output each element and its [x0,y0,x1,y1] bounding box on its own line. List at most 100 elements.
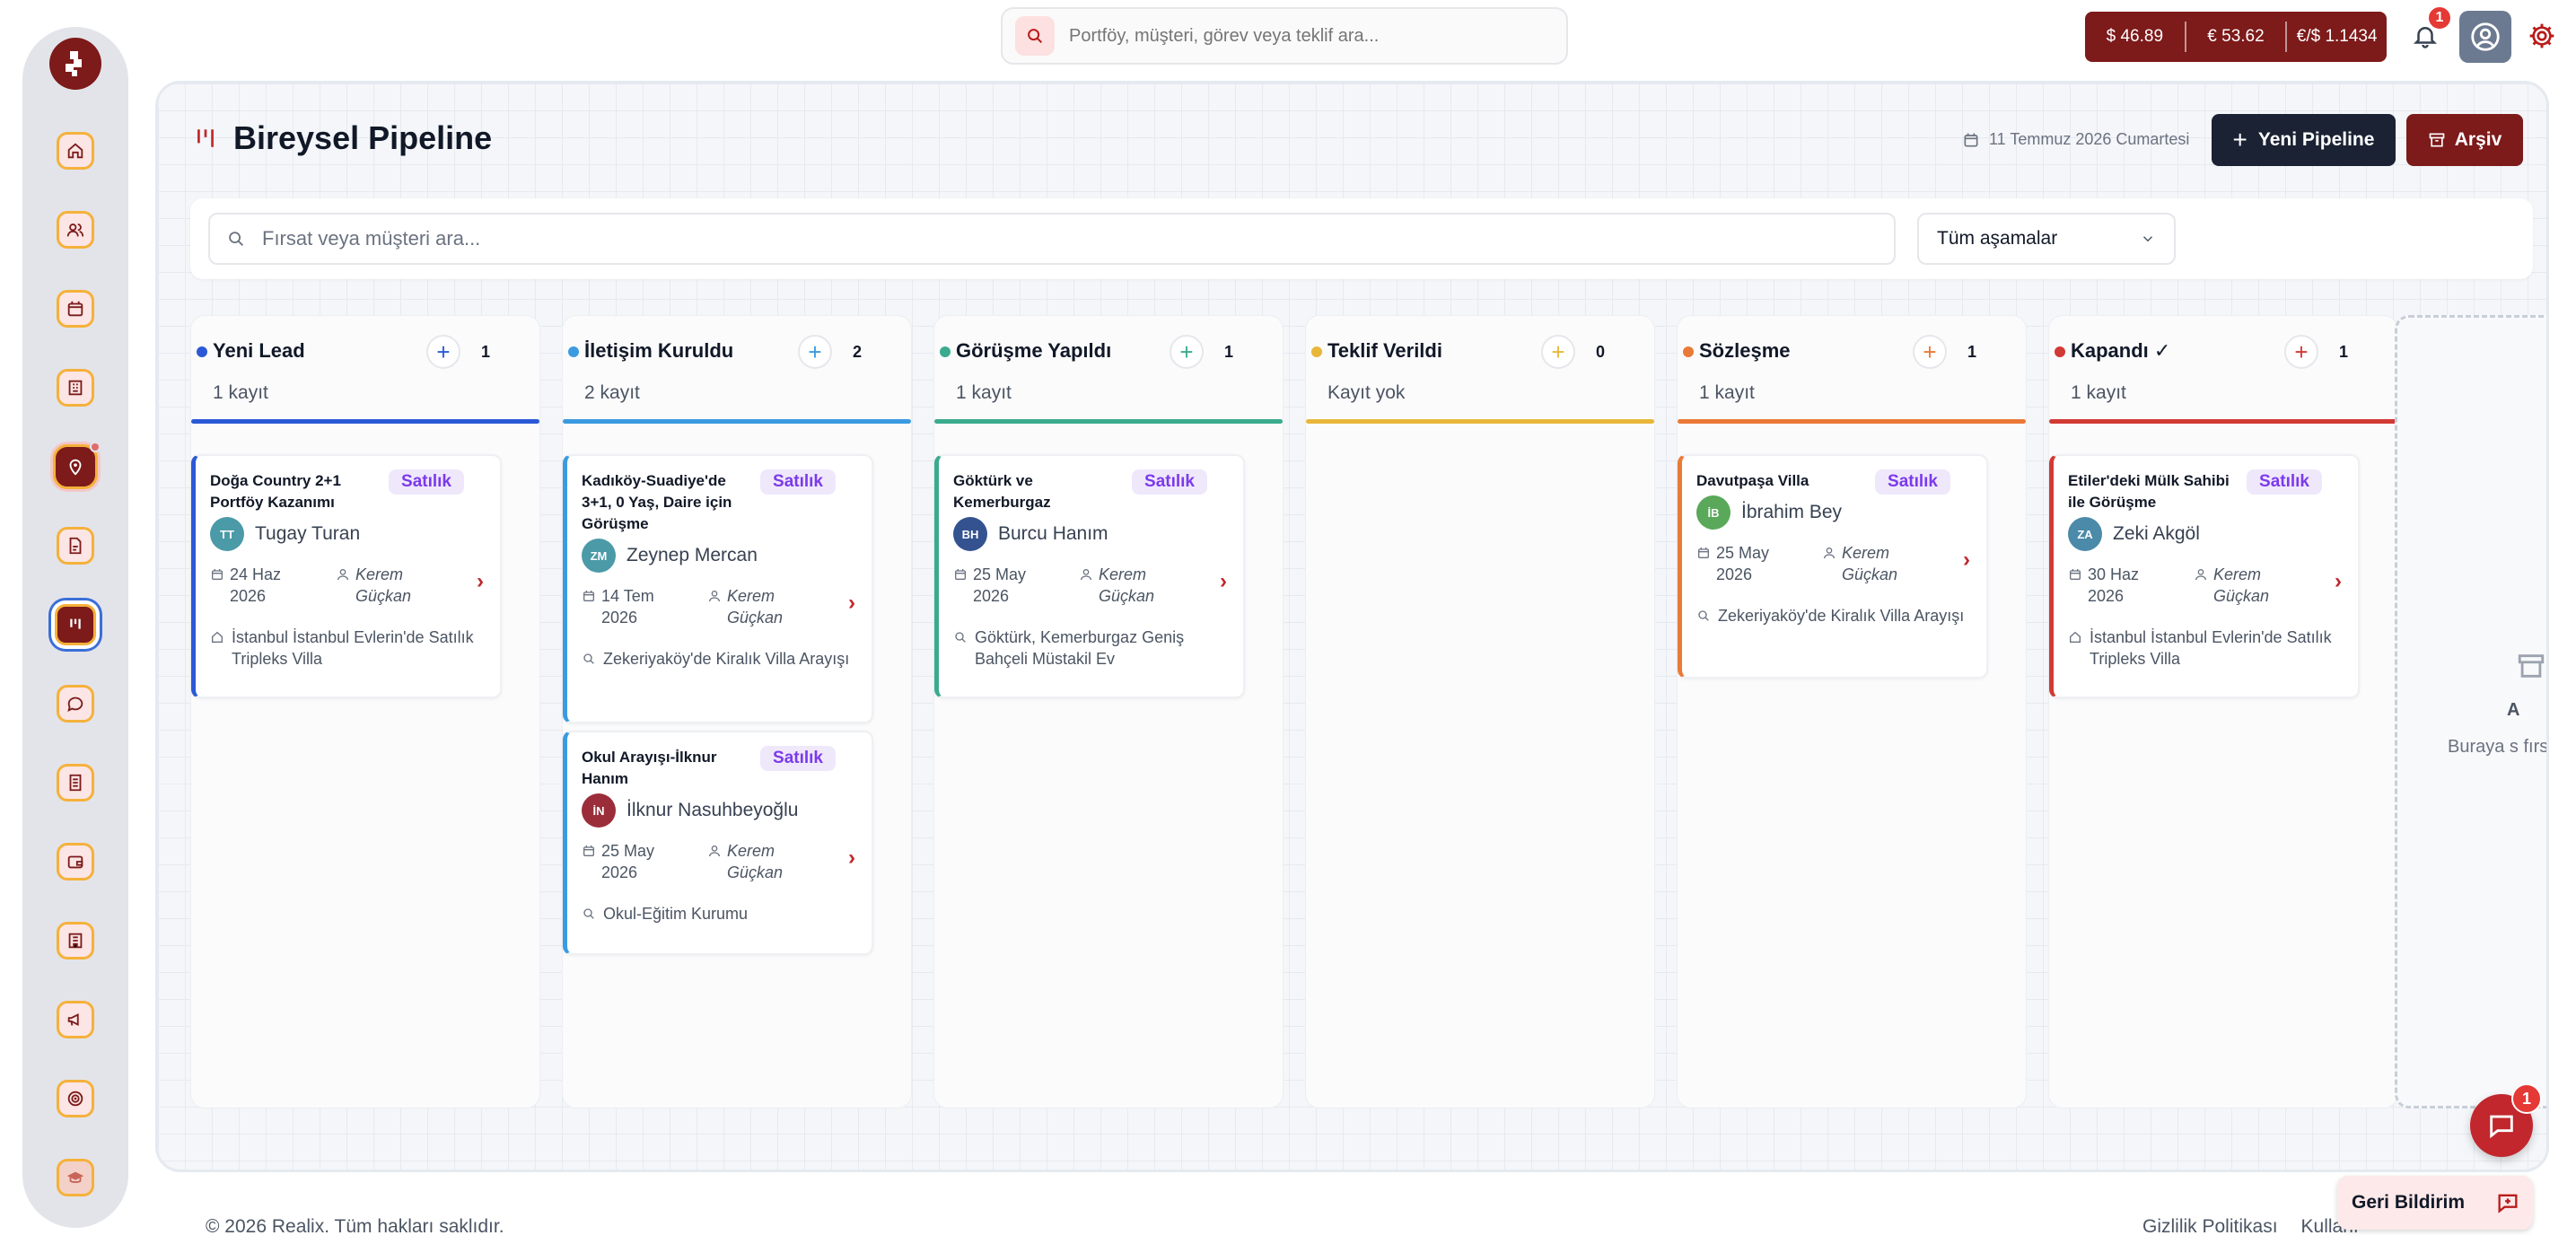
global-search-input[interactable] [1069,25,1518,47]
card-title: Kadıköy-Suadiye'de 3+1, 0 Yaş, Daire içi… [582,472,732,532]
opportunity-card[interactable]: Etiler'deki Mülk Sahibi ile Görüşme Satıl… [2049,454,2360,698]
column-title: Yeni Lead [213,339,305,362]
settings-gear-icon[interactable] [2528,22,2556,50]
card-title: Göktürk ve Kemerburgaz [953,472,1051,511]
card-agent-name: Kerem Güçkan [727,587,784,626]
archive-icon [2518,654,2545,678]
opportunity-card[interactable]: Doğa Country 2+1 Portföy Kazanımı Satılık… [191,454,502,698]
user-menu-button[interactable] [2459,11,2511,63]
column-header: Yeni Lead +1 1 kayıt [191,316,539,425]
avatar: BH [953,517,987,551]
card-title: Okul Arayışı-İlknur Hanım [582,749,717,787]
card-title: Etiler'deki Mülk Sahibi ile Görüşme [2068,472,2230,511]
search-icon [1015,16,1055,56]
opportunity-card[interactable]: Davutpaşa Villa Satılık İB İbrahim Bey 25 Ma… [1678,454,1988,679]
column-accent-line [1306,419,1654,424]
column-header: Sözleşme +1 1 kayıt [1678,316,2026,425]
card-location: Göktürk, Kemerburgaz Geniş Bahçeli Müsta… [953,626,1222,670]
chevron-right-icon[interactable]: › [848,591,855,616]
calendar-icon [67,301,83,317]
add-card-button[interactable]: + [426,335,460,369]
chat-icon [67,697,83,713]
nav-targets[interactable] [57,1080,94,1117]
card-agent-name: Kerem Güçkan [1099,565,1155,605]
add-card-button[interactable]: + [2284,335,2318,369]
column-count: 1 [1224,343,1234,361]
column-subtitle: Kayıt yok [1327,382,1406,403]
opportunity-search[interactable]: Fırsat veya müşteri ara... [208,213,1896,265]
avatar: ZM [582,539,616,573]
archive-button[interactable]: Arşiv [2406,114,2523,166]
card-location: İstanbul İstanbul Evlerin'de Satılık Tri… [210,626,479,670]
opportunity-card[interactable]: Kadıköy-Suadiye'de 3+1, 0 Yaş, Daire içi… [563,454,873,723]
card-agent: Kerem Güçkan [707,585,808,628]
card-agent: Kerem Güçkan [707,840,808,883]
new-pipeline-label: Yeni Pipeline [2257,129,2375,150]
report-icon [69,774,82,792]
feedback-button[interactable]: Geri Bildirim [2337,1176,2533,1230]
graduation-cap-icon [66,1171,84,1183]
nav-documents[interactable] [57,527,94,565]
add-card-button[interactable]: + [798,335,832,369]
add-card-button[interactable]: + [1541,335,1575,369]
chevron-right-icon[interactable]: › [2335,569,2342,594]
opportunity-card[interactable]: Göktürk ve Kemerburgaz Satılık BH Burcu Han… [934,454,1245,698]
card-location-text: İstanbul İstanbul Evlerin'de Satılık Tri… [232,628,474,668]
column-count: 2 [853,343,863,361]
stage-select[interactable]: Tüm aşamalar [1917,213,2176,265]
calendar-icon [955,569,966,580]
nav-wallet[interactable] [57,843,94,881]
feedback-icon [2498,1194,2518,1214]
nav-buildings[interactable] [57,369,94,407]
column-color-dot [1683,346,1694,357]
nav-calendar[interactable] [57,290,94,328]
rate-usd: $ 46.89 [2085,22,2186,52]
card-date: 24 Haz 2026 [210,564,336,607]
nav-map[interactable] [53,442,101,489]
column-subtitle: 1 kayıt [213,382,268,403]
add-card-button[interactable]: + [1170,335,1204,369]
card-date-text: 25 May 2026 [601,842,655,881]
nav-campaigns[interactable] [57,1001,94,1038]
building-icon [68,380,83,396]
notifications-button[interactable]: 1 [2407,5,2452,54]
opportunity-card[interactable]: Okul Arayışı-İlknur Hanım Satılık İN İlknur… [563,731,873,955]
card-contact: ZA Zeki Akgöl [2068,517,2200,551]
column-color-dot [568,346,579,357]
global-search[interactable] [1001,7,1568,65]
chevron-right-icon[interactable]: › [848,846,855,871]
document-icon [69,537,82,555]
nav-home[interactable] [57,132,94,170]
nav-education[interactable] [57,1159,94,1196]
new-pipeline-button[interactable]: + Yeni Pipeline [2212,114,2396,166]
card-date-text: 24 Haz 2026 [230,565,282,605]
nav-reports[interactable] [57,764,94,802]
card-location: İstanbul İstanbul Evlerin'de Satılık Tri… [2068,626,2337,670]
add-card-button[interactable]: + [1913,335,1947,369]
avatar: İB [1696,495,1730,530]
agent-icon [709,846,720,857]
chevron-right-icon[interactable]: › [477,569,484,594]
card-title: Davutpaşa Villa [1696,472,1809,489]
privacy-link[interactable]: Gizlilik Politikası [2142,1216,2278,1238]
listing-type-tag: Satılık [760,746,836,771]
chat-fab[interactable]: 1 [2470,1083,2542,1157]
dropzone-text: Buraya s fırsatlar a [2448,737,2549,757]
card-location-text: Okul-Eğitim Kurumu [603,905,749,923]
nav-pipeline[interactable] [55,604,96,645]
card-location-text: İstanbul İstanbul Evlerin'de Satılık Tri… [2090,628,2332,668]
card-meta: 25 May 2026 Kerem Güçkan [1696,542,1923,585]
nav-contacts[interactable] [57,211,94,249]
nav-properties[interactable] [57,922,94,959]
nav-map-dot [90,442,101,452]
app-logo[interactable] [49,38,101,90]
plus-icon: + [2232,126,2247,153]
opportunity-search-placeholder: Fırsat veya müşteri ara... [262,227,481,250]
chevron-right-icon[interactable]: › [1963,548,1970,573]
listing-type-tag: Satılık [1132,469,1207,495]
chevron-right-icon[interactable]: › [1220,569,1227,594]
archive-dropzone[interactable]: A Buraya s fırsatlar a [2395,315,2549,1108]
column-title: Sözleşme [1699,339,1791,362]
nav-messages[interactable] [57,685,94,723]
user-icon [2471,22,2500,51]
